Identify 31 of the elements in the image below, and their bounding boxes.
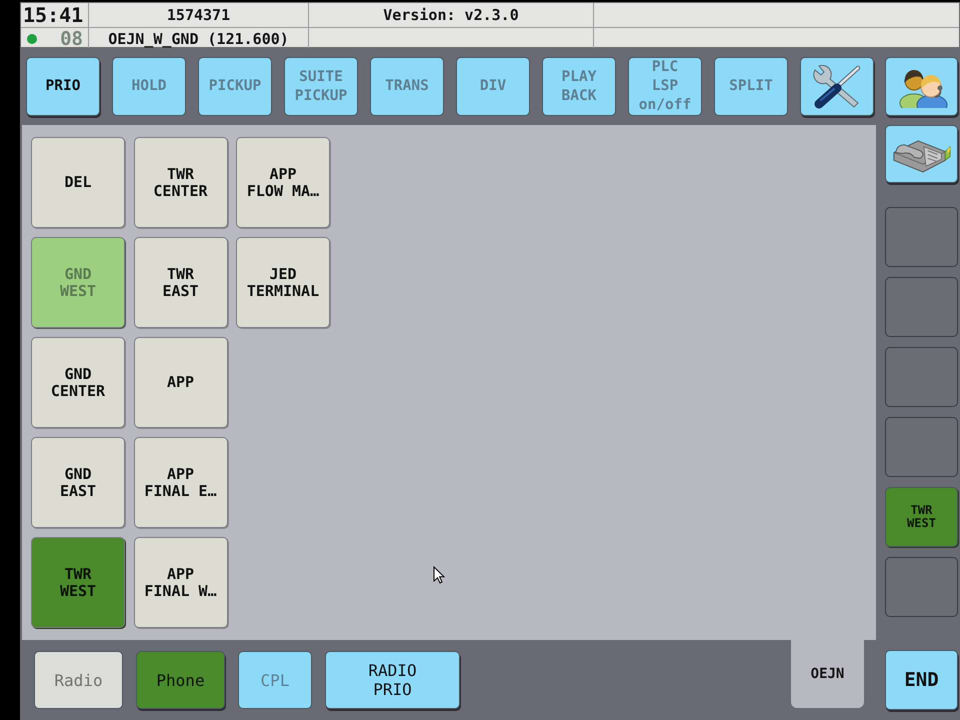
end-button[interactable]: END [885,650,958,710]
empty-key-button[interactable] [885,347,958,407]
empty-key-button[interactable] [885,557,958,617]
contact-button[interactable]: JED TERMINAL [236,237,330,328]
contact-button[interactable]: APP FINAL E… [134,437,228,528]
clock-time: 15:41 [21,3,89,28]
action-button[interactable]: RADIO PRIO [325,651,460,709]
mode-tab[interactable]: Phone [136,651,225,709]
version-label: Version: v2.3.0 [309,3,594,28]
contact-button[interactable]: TWR WEST [31,537,125,628]
empty-key-button[interactable] [885,277,958,337]
contact-button[interactable]: GND EAST [31,437,125,528]
tools-button[interactable] [800,57,874,116]
line-key-button[interactable]: TWR WEST [885,487,958,547]
tools-icon [812,64,862,108]
contact-button[interactable]: TWR CENTER [134,137,228,228]
contact-button[interactable]: TWR EAST [134,237,228,328]
contact-button[interactable]: APP FLOW MA… [236,137,330,228]
contact-button[interactable]: DEL [31,137,125,228]
empty-key-button[interactable] [885,207,958,267]
counter-text: 08 [60,28,83,50]
contacts-button[interactable] [885,57,958,116]
session-number: 1574371 [89,3,309,28]
phone-button[interactable] [885,125,958,183]
toolbar-button[interactable]: PRIO [26,57,100,116]
contact-button[interactable]: APP FINAL W… [134,537,228,628]
empty-key-button[interactable] [885,417,958,477]
page-tab[interactable]: OEJN [791,640,864,708]
contact-button[interactable]: APP [134,337,228,428]
mouse-pointer-icon [433,566,445,584]
contact-button[interactable]: GND CENTER [31,337,125,428]
